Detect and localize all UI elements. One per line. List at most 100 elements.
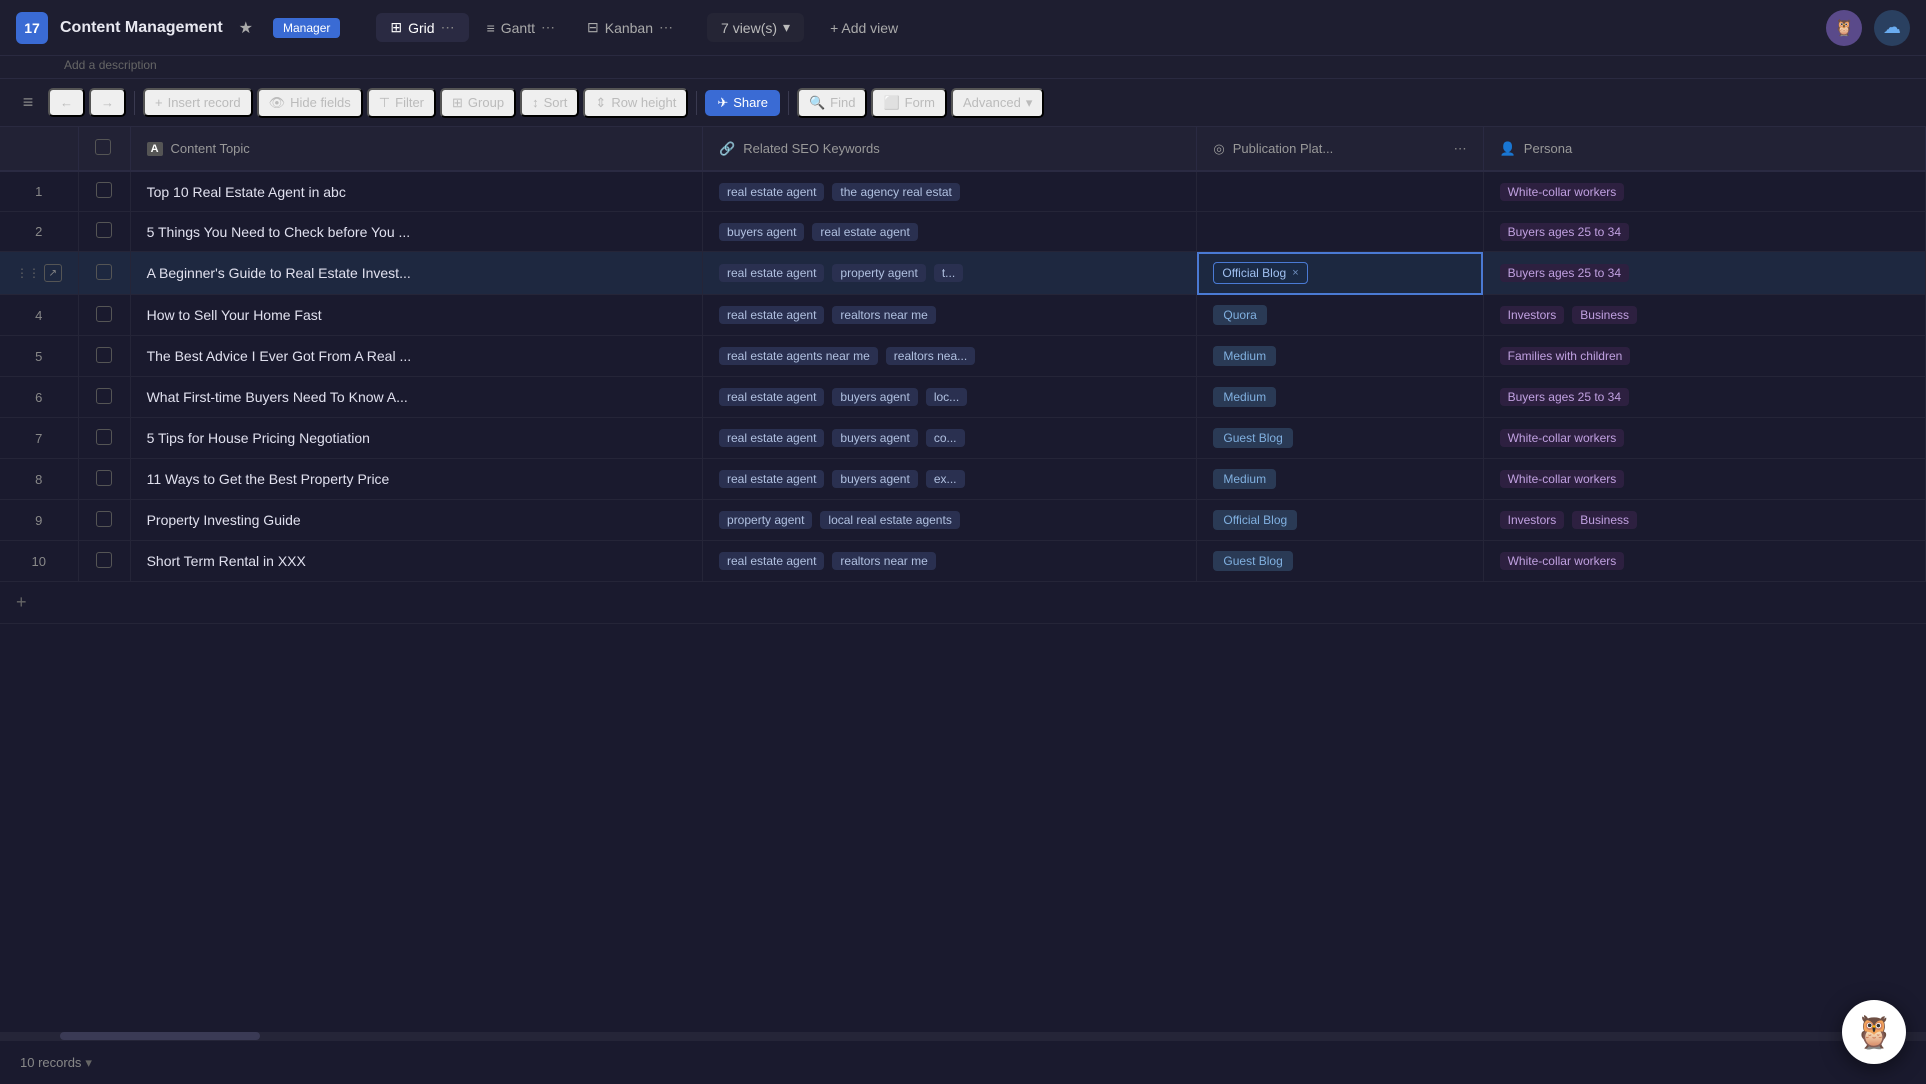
topic-cell[interactable]: 11 Ways to Get the Best Property Price [130,459,702,500]
seo-cell[interactable]: real estate agent realtors near me [703,541,1197,582]
seo-tag[interactable]: real estate agent [719,470,824,488]
pub-cell[interactable]: Medium [1197,377,1483,418]
seo-tag[interactable]: buyers agent [719,223,804,241]
pub-cell[interactable]: Guest Blog [1197,418,1483,459]
form-button[interactable]: ⬜ Form [871,88,947,118]
topic-cell[interactable]: What First-time Buyers Need To Know A... [130,377,702,418]
add-row-button[interactable]: + [0,582,1926,624]
col-topic-header[interactable]: A Content Topic [130,127,702,171]
persona-cell[interactable]: Buyers ages 25 to 34 [1483,212,1925,252]
persona-tag[interactable]: White-collar workers [1500,183,1625,201]
seo-tag[interactable]: the agency real estat [832,183,959,201]
pub-tag[interactable]: Medium [1213,346,1276,366]
seo-tag[interactable]: property agent [832,264,925,282]
row-height-button[interactable]: ⇕ Row height [583,88,688,118]
seo-tag[interactable]: buyers agent [832,470,917,488]
persona-tag[interactable]: Buyers ages 25 to 34 [1500,264,1629,282]
seo-tag[interactable]: t... [934,264,963,282]
seo-tag[interactable]: co... [926,429,965,447]
row-checkbox[interactable] [96,470,112,486]
grid-options-icon[interactable]: ⋯ [441,19,455,36]
topic-cell[interactable]: A Beginner's Guide to Real Estate Invest… [130,252,702,295]
redo-button[interactable]: → [89,88,126,117]
seo-tag[interactable]: real estate agent [719,388,824,406]
row-checkbox[interactable] [96,511,112,527]
topic-cell[interactable]: The Best Advice I Ever Got From A Real .… [130,336,702,377]
persona-cell[interactable]: Buyers ages 25 to 34 [1483,252,1925,295]
pub-cell[interactable]: Medium [1197,336,1483,377]
horizontal-scrollbar[interactable] [0,1032,1926,1040]
pub-tag-editing[interactable]: Official Blog × [1213,262,1307,284]
filter-button[interactable]: ⊤ Filter [367,88,436,118]
seo-tag[interactable]: real estate agents near me [719,347,878,365]
persona-tag[interactable]: Buyers ages 25 to 34 [1500,223,1629,241]
pub-tag-remove-icon[interactable]: × [1292,267,1298,279]
topic-cell[interactable]: Short Term Rental in XXX [130,541,702,582]
pub-tag[interactable]: Quora [1213,305,1266,325]
topic-cell[interactable]: 5 Tips for House Pricing Negotiation [130,418,702,459]
drag-handle-icon[interactable]: ⋮⋮ [16,266,40,280]
seo-tag[interactable]: realtors nea... [886,347,975,365]
add-view-button[interactable]: + Add view [816,14,912,42]
seo-tag[interactable]: real estate agent [719,264,824,282]
seo-tag[interactable]: realtors near me [832,306,935,324]
seo-cell[interactable]: real estate agent property agent t... [703,252,1197,295]
persona-cell[interactable]: White-collar workers [1483,459,1925,500]
share-button[interactable]: ✈ Share [705,90,780,116]
expand-row-icon[interactable]: ↗ [44,264,62,282]
row-checkbox[interactable] [96,182,112,198]
seo-cell[interactable]: real estate agent the agency real estat [703,171,1197,212]
persona-cell[interactable]: White-collar workers [1483,541,1925,582]
pub-col-options-icon[interactable]: ⋯ [1454,141,1467,157]
seo-cell[interactable]: real estate agentbuyers agentloc... [703,377,1197,418]
seo-cell[interactable]: real estate agent buyers agent ex... [703,459,1197,500]
pub-cell[interactable]: Official Blog [1197,500,1483,541]
seo-tag[interactable]: real estate agent [719,183,824,201]
seo-tag[interactable]: property agent [719,511,812,529]
seo-cell[interactable]: real estate agentbuyers agentco... [703,418,1197,459]
row-checkbox[interactable] [96,264,112,280]
persona-tag[interactable]: Families with children [1500,347,1631,365]
pub-tag[interactable]: Guest Blog [1213,551,1292,571]
cloud-icon[interactable]: ☁ [1874,10,1910,46]
seo-tag[interactable]: ex... [926,470,965,488]
seo-tag[interactable]: real estate agent [719,552,824,570]
seo-tag[interactable]: realtors near me [832,552,935,570]
persona-tag[interactable]: Investors [1500,306,1565,324]
select-all-checkbox[interactable] [95,139,111,155]
persona-tag[interactable]: Business [1572,306,1637,324]
seo-tag[interactable]: real estate agent [812,223,917,241]
tab-kanban[interactable]: ⊟ Kanban ⋯ [573,13,687,42]
seo-cell[interactable]: real estate agents near me realtors nea..… [703,336,1197,377]
seo-tag[interactable]: real estate agent [719,429,824,447]
col-persona-header[interactable]: 👤 Persona [1483,127,1925,171]
persona-cell[interactable]: InvestorsBusiness [1483,500,1925,541]
seo-tag[interactable]: loc... [926,388,967,406]
seo-tag[interactable]: local real estate agents [820,511,959,529]
seo-cell[interactable]: real estate agentrealtors near me [703,295,1197,336]
persona-tag[interactable]: White-collar workers [1500,470,1625,488]
row-checkbox[interactable] [96,552,112,568]
pub-cell[interactable]: Medium [1197,459,1483,500]
gantt-options-icon[interactable]: ⋯ [541,19,555,36]
chatbot-fab[interactable]: 🦉 [1842,1000,1906,1064]
pub-tag[interactable]: Guest Blog [1213,428,1292,448]
tab-gantt[interactable]: ≡ Gantt ⋯ [473,13,569,42]
hide-fields-button[interactable]: 👁 Hide fields [257,88,363,118]
tab-grid[interactable]: ⊞ Grid ⋯ [376,13,468,42]
scrollbar-thumb[interactable] [60,1032,260,1040]
persona-tag[interactable]: White-collar workers [1500,552,1625,570]
persona-tag[interactable]: White-collar workers [1500,429,1625,447]
col-pub-header[interactable]: ◎ Publication Plat... ⋯ [1197,127,1483,171]
advanced-button[interactable]: Advanced ▾ [951,88,1044,118]
row-checkbox[interactable] [96,429,112,445]
pub-tag[interactable]: Medium [1213,469,1276,489]
row-checkbox[interactable] [96,388,112,404]
persona-cell[interactable]: Families with children [1483,336,1925,377]
kanban-options-icon[interactable]: ⋯ [659,19,673,36]
sidebar-toggle[interactable]: ≡ [16,91,40,115]
group-button[interactable]: ⊞ Group [440,88,516,118]
seo-cell[interactable]: property agent local real estate agents [703,500,1197,541]
row-checkbox[interactable] [96,347,112,363]
insert-record-button[interactable]: + Insert record [143,88,253,117]
